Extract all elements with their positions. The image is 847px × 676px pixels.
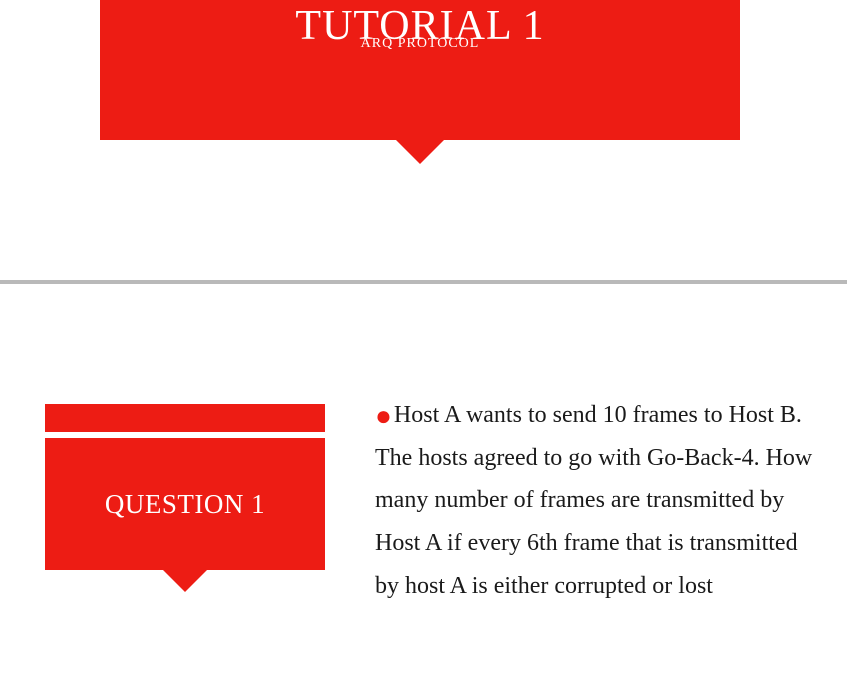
- question-banner-topbar: [45, 404, 325, 432]
- title-banner: TUTORIAL 1 ARQ PROTOCOL: [100, 0, 740, 140]
- question-banner-group: QUESTION 1: [45, 404, 325, 570]
- bullet-icon: ●: [375, 401, 392, 432]
- question-body: ●Host A wants to send 10 frames to Host …: [375, 394, 820, 608]
- question-label: QUESTION 1: [105, 489, 265, 520]
- question-banner: QUESTION 1: [45, 438, 325, 570]
- slide-2: QUESTION 1 ●Host A wants to send 10 fram…: [0, 284, 847, 676]
- question-text: Host A wants to send 10 frames to Host B…: [375, 402, 812, 599]
- slide-1: TUTORIAL 1 ARQ PROTOCOL: [0, 0, 847, 280]
- tutorial-subtitle: ARQ PROTOCOL: [100, 36, 740, 52]
